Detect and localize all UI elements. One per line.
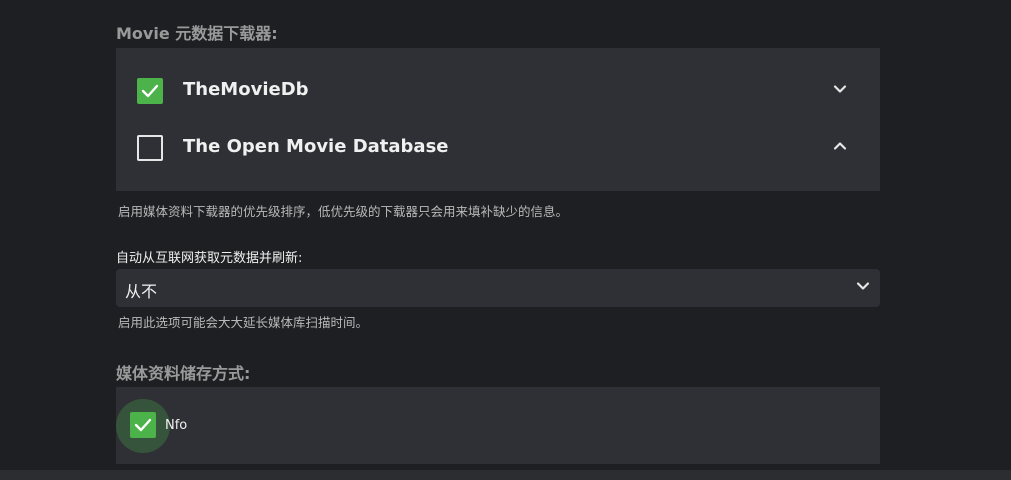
move-up-button[interactable] bbox=[830, 137, 850, 157]
move-down-button[interactable] bbox=[830, 80, 850, 100]
chevron-down-icon bbox=[856, 282, 870, 290]
fetcher-item-omdb: The Open Movie Database bbox=[116, 120, 880, 176]
auto-refresh-label: 自动从互联网获取元数据并刷新: bbox=[116, 251, 303, 266]
auto-refresh-select[interactable]: 从不 bbox=[116, 269, 880, 307]
saver-name: Nfo bbox=[165, 418, 188, 433]
metadata-fetchers-help: 启用媒体资料下载器的优先级排序，低优先级的下载器只会用来填补缺少的信息。 bbox=[118, 204, 569, 219]
fetcher-checkbox-themoviedb[interactable] bbox=[137, 78, 163, 104]
metadata-fetchers-title: Movie 元数据下载器: bbox=[116, 24, 278, 43]
saver-checkbox-focus bbox=[116, 399, 170, 453]
saver-checkbox-nfo[interactable] bbox=[130, 412, 156, 438]
fetcher-name: The Open Movie Database bbox=[183, 136, 449, 157]
fetcher-name: TheMovieDb bbox=[183, 79, 309, 100]
check-icon bbox=[134, 418, 152, 432]
fetcher-checkbox-omdb[interactable] bbox=[137, 135, 163, 161]
fetcher-item-themoviedb: TheMovieDb bbox=[116, 63, 880, 119]
chevron-down-icon bbox=[833, 85, 847, 93]
metadata-savers-list: Nfo bbox=[116, 387, 880, 464]
check-icon bbox=[141, 84, 159, 98]
chevron-up-icon bbox=[833, 142, 847, 150]
auto-refresh-value: 从不 bbox=[125, 282, 158, 301]
metadata-savers-title: 媒体资料储存方式: bbox=[116, 364, 251, 383]
metadata-fetchers-list: TheMovieDb The Open Movie Database bbox=[116, 48, 880, 191]
auto-refresh-help: 启用此选项可能会大大延长媒体库扫描时间。 bbox=[118, 315, 369, 330]
bottom-bar bbox=[0, 470, 1011, 480]
